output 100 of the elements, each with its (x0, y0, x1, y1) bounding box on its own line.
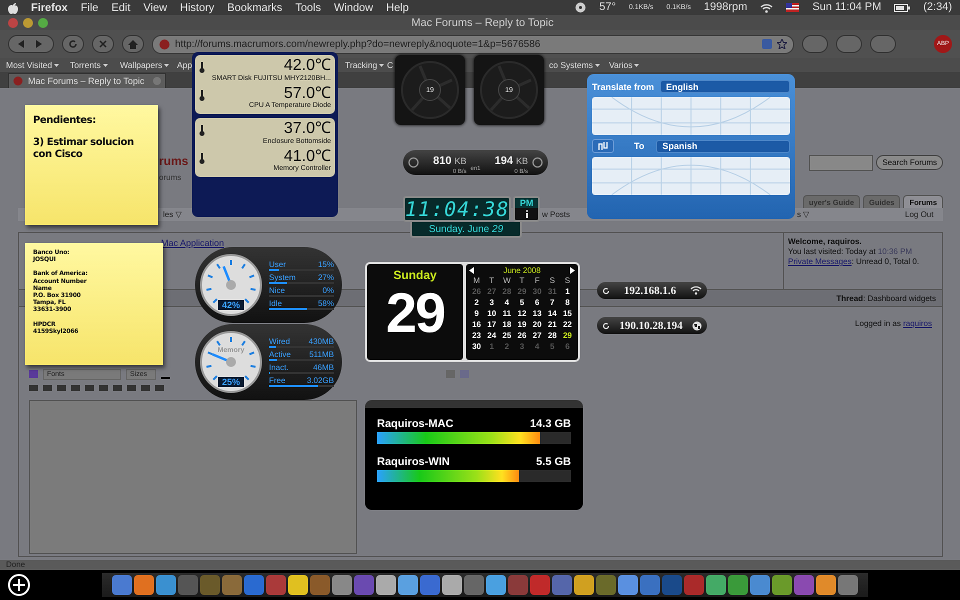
bookmark-item[interactable]: Torrents (70, 60, 108, 70)
add-widget-icon[interactable] (8, 574, 30, 596)
nav-link[interactable]: les ▽ (163, 210, 182, 219)
close-button[interactable] (8, 18, 18, 28)
nav-link[interactable]: w Posts (542, 210, 570, 219)
meter-label: Free (269, 376, 286, 385)
menu-item[interactable]: Tools (295, 2, 321, 14)
calendar-day[interactable]: 3 (484, 297, 500, 308)
search-button[interactable]: Search Forums (876, 155, 943, 170)
bookmark-item[interactable]: App (177, 60, 192, 70)
private-messages-link[interactable]: Private Messages (788, 257, 852, 266)
dock-app-icon[interactable] (376, 575, 396, 595)
home-button[interactable] (122, 35, 144, 53)
caret-icon (594, 64, 600, 66)
print-button[interactable] (802, 35, 828, 53)
calendar-day[interactable]: 25 (499, 330, 514, 341)
calendar-day[interactable]: 18 (499, 319, 514, 330)
username-link[interactable]: raquiros (903, 319, 932, 328)
dock-app-icon[interactable] (728, 575, 748, 595)
dock-app-icon[interactable] (574, 575, 594, 595)
minimize-button[interactable] (23, 18, 33, 28)
calendar-day[interactable]: 26 (514, 330, 530, 341)
dock-app-icon[interactable] (706, 575, 726, 595)
dock-app-icon[interactable] (332, 575, 352, 595)
calendar-day[interactable]: 24 (484, 330, 500, 341)
calendar-day[interactable]: 1 (560, 286, 575, 297)
bookmark-item[interactable]: Wallpapers (120, 60, 170, 70)
dock-app-icon[interactable] (398, 575, 418, 595)
history-button[interactable] (870, 35, 896, 53)
toolbar-button[interactable] (836, 35, 862, 53)
calendar-day[interactable]: 16 (469, 319, 484, 330)
calendar-day[interactable]: 5 (514, 297, 530, 308)
menu-item[interactable]: History (180, 2, 214, 14)
menu-item[interactable]: Bookmarks (227, 2, 282, 14)
dock-app-icon[interactable] (486, 575, 506, 595)
reload-button[interactable] (62, 35, 84, 53)
calendar-day[interactable]: 27 (530, 330, 545, 341)
stop-button[interactable] (92, 35, 114, 53)
menu-item[interactable]: View (143, 2, 168, 14)
calendar-day[interactable]: 30 (469, 341, 484, 352)
dock-app-icon[interactable] (618, 575, 638, 595)
calendar-day[interactable]: 8 (560, 297, 575, 308)
calendar-day[interactable]: 10 (484, 308, 500, 319)
calendar-big-day: 29 (386, 282, 444, 344)
menu-item[interactable]: Help (386, 2, 409, 14)
calendar-day[interactable]: 22 (560, 319, 575, 330)
browser-tab[interactable]: Mac Forums – Reply to Topic (8, 73, 166, 88)
bookmark-item[interactable]: Tracking (345, 60, 384, 70)
dock-app-icon[interactable] (112, 575, 132, 595)
menu-item[interactable]: Edit (111, 2, 130, 14)
meter-value: 0% (322, 286, 334, 295)
calendar-day[interactable]: 2 (469, 297, 484, 308)
refresh-icon[interactable] (602, 322, 610, 330)
calendar-day[interactable]: 4 (499, 297, 514, 308)
calendar-day[interactable]: 23 (469, 330, 484, 341)
calendar-day[interactable]: 17 (484, 319, 500, 330)
nav-link[interactable]: s ▽ (797, 210, 810, 219)
swap-languages-button[interactable] (592, 139, 614, 153)
nav-link[interactable]: Log Out (905, 210, 934, 219)
dock-app-icon[interactable] (772, 575, 792, 595)
calendar-day[interactable]: 6 (530, 297, 545, 308)
calendar-day[interactable]: 28 (544, 330, 560, 341)
back-forward-button[interactable] (8, 35, 54, 53)
calendar-day[interactable]: 15 (560, 308, 575, 319)
dock-app-icon[interactable] (816, 575, 836, 595)
reload-icon (68, 39, 78, 49)
bookmark-item[interactable]: Most Visited (6, 60, 60, 70)
dock-app-icon[interactable] (134, 575, 154, 595)
calendar-day[interactable]: 20 (530, 319, 545, 330)
calendar-day[interactable]: 11 (499, 308, 514, 319)
menu-item[interactable]: Window (334, 2, 374, 14)
dock-app-icon[interactable] (750, 575, 770, 595)
menu-item[interactable]: Firefox (31, 2, 68, 14)
window-title: Mac Forums – Reply to Topic (410, 16, 555, 28)
bookmark-item[interactable]: co Systems (549, 60, 600, 70)
calendar-day[interactable]: 7 (544, 297, 560, 308)
menu-item[interactable]: File (80, 2, 98, 14)
calendar-day[interactable]: 13 (530, 308, 545, 319)
calendar-day[interactable]: 9 (469, 308, 484, 319)
calendar-day[interactable]: 19 (514, 319, 530, 330)
dock-app-icon[interactable] (156, 575, 176, 595)
zoom-button[interactable] (38, 18, 48, 28)
caret-icon (634, 64, 640, 66)
search-field[interactable] (809, 155, 874, 171)
calendar-day[interactable]: 21 (544, 319, 560, 330)
dock-app-icon[interactable] (288, 575, 308, 595)
language-select[interactable]: English (660, 80, 790, 93)
refresh-icon[interactable] (602, 286, 610, 294)
dock-app-icon[interactable] (442, 575, 462, 595)
bookmark-item[interactable]: Varios (609, 60, 640, 70)
source-text-field[interactable] (592, 97, 790, 135)
meter-label: Wired (269, 337, 290, 346)
calendar-day[interactable]: 29 (560, 330, 575, 341)
url-field[interactable]: http://forums.macrumors.com/newreply.php?do=newreply&noquote=1&p=5676586 (152, 34, 794, 54)
language-select[interactable]: Spanish (656, 140, 790, 152)
calendar-day[interactable]: 12 (514, 308, 530, 319)
calendar-day[interactable]: 14 (544, 308, 560, 319)
next-month-icon[interactable] (570, 267, 575, 274)
bookmark-item[interactable]: C (387, 60, 394, 70)
previous-month-icon[interactable] (469, 267, 474, 274)
